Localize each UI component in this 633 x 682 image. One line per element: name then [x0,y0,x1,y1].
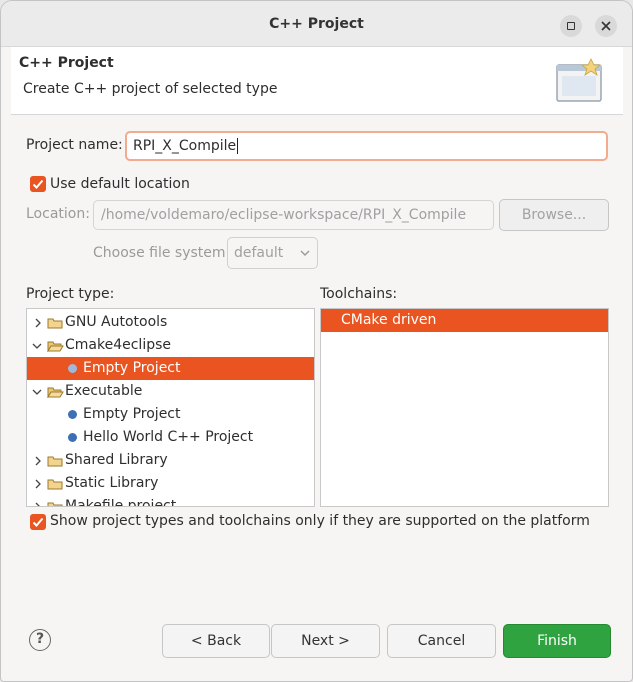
tree-item-gnu-autotools[interactable]: GNU Autotools [27,311,314,334]
tree-item-executable-empty-project[interactable]: Empty Project [27,403,314,426]
tree-item-label: GNU Autotools [65,314,168,330]
folder-icon [47,456,63,467]
toolchain-item-cmake-driven[interactable]: CMake driven [321,309,608,332]
toolchains-label: Toolchains: [320,286,398,302]
tree-item-shared-library[interactable]: Shared Library [27,449,314,472]
chevron-down-icon [300,250,310,256]
title-bar: C++ Project [1,1,632,47]
dialog-window: C++ Project C++ Project Create C++ proje… [0,0,633,682]
back-button[interactable]: < Back [162,624,270,658]
folder-icon [47,502,63,506]
tree-item-label: Executable [65,383,143,399]
project-bullet-icon [68,364,77,373]
dialog-content: C++ Project Create C++ project of select… [11,47,623,671]
tree-item-label: Static Library [65,475,159,491]
checkmark-icon [32,517,44,527]
project-name-input[interactable]: RPI_X_Compile [125,131,608,161]
banner-message: Create C++ project of selected type [23,81,278,97]
tree-item-label: Makefile project [65,498,177,507]
window-title: C++ Project [269,16,364,32]
checkmark-icon [32,179,44,189]
toolchains-list[interactable]: CMake driven [320,308,609,507]
tree-item-cmake4eclipse[interactable]: Cmake4eclipse [27,334,314,357]
show-supported-checkbox[interactable] [30,514,46,530]
location-input[interactable]: /home/voldemaro/eclipse-workspace/RPI_X_… [93,200,494,230]
project-name-label: Project name: [26,137,123,153]
tree-item-label: Empty Project [83,360,181,376]
tree-item-label: Empty Project [83,406,181,422]
tree-item-label: Hello World C++ Project [83,429,254,445]
chevron-right-icon [35,456,41,466]
project-bullet-icon [68,433,77,442]
folder-open-icon [47,341,64,352]
tree-item-label: Cmake4eclipse [65,337,172,353]
project-name-value: RPI_X_Compile [133,138,237,154]
next-button[interactable]: Next > [271,624,380,658]
maximize-button[interactable] [560,15,582,37]
project-type-tree[interactable]: GNU Autotools Cmake4eclipse Empty Projec… [26,308,315,507]
use-default-location-checkbox[interactable] [30,176,46,192]
location-label: Location: [26,206,90,222]
chevron-right-icon [35,502,40,506]
chevron-right-icon [35,479,41,489]
folder-icon [47,479,63,490]
tree-item-cmake-empty-project[interactable]: Empty Project [27,357,314,380]
help-icon[interactable]: ? [29,629,51,651]
folder-open-icon [47,387,64,398]
tree-item-label: Shared Library [65,452,168,468]
maximize-icon [567,22,575,30]
toolchain-item-label: CMake driven [341,312,437,328]
file-system-select[interactable]: default [227,237,318,269]
close-button[interactable] [595,15,617,37]
wizard-banner: C++ Project Create C++ project of select… [11,47,623,115]
tree-item-executable[interactable]: Executable [27,380,314,403]
use-default-location-label[interactable]: Use default location [50,176,190,192]
chevron-right-icon [35,318,41,328]
show-supported-label[interactable]: Show project types and toolchains only i… [50,513,590,529]
project-type-label: Project type: [26,286,115,302]
folder-icon [47,318,63,329]
chevron-down-icon [32,389,42,395]
file-system-label: Choose file system: [93,245,231,261]
tree-item-static-library[interactable]: Static Library [27,472,314,495]
banner-title: C++ Project [19,55,114,71]
cancel-button[interactable]: Cancel [387,624,496,658]
finish-button[interactable]: Finish [503,624,611,658]
close-icon [601,21,611,31]
project-bullet-icon [68,410,77,419]
new-project-wizard-icon [556,58,602,102]
text-caret [237,138,239,154]
tree-item-hello-world[interactable]: Hello World C++ Project [27,426,314,449]
chevron-down-icon [32,343,42,349]
tree-item-makefile-project[interactable]: Makefile project [27,495,314,507]
file-system-value: default [234,245,284,261]
browse-button[interactable]: Browse... [499,199,609,231]
